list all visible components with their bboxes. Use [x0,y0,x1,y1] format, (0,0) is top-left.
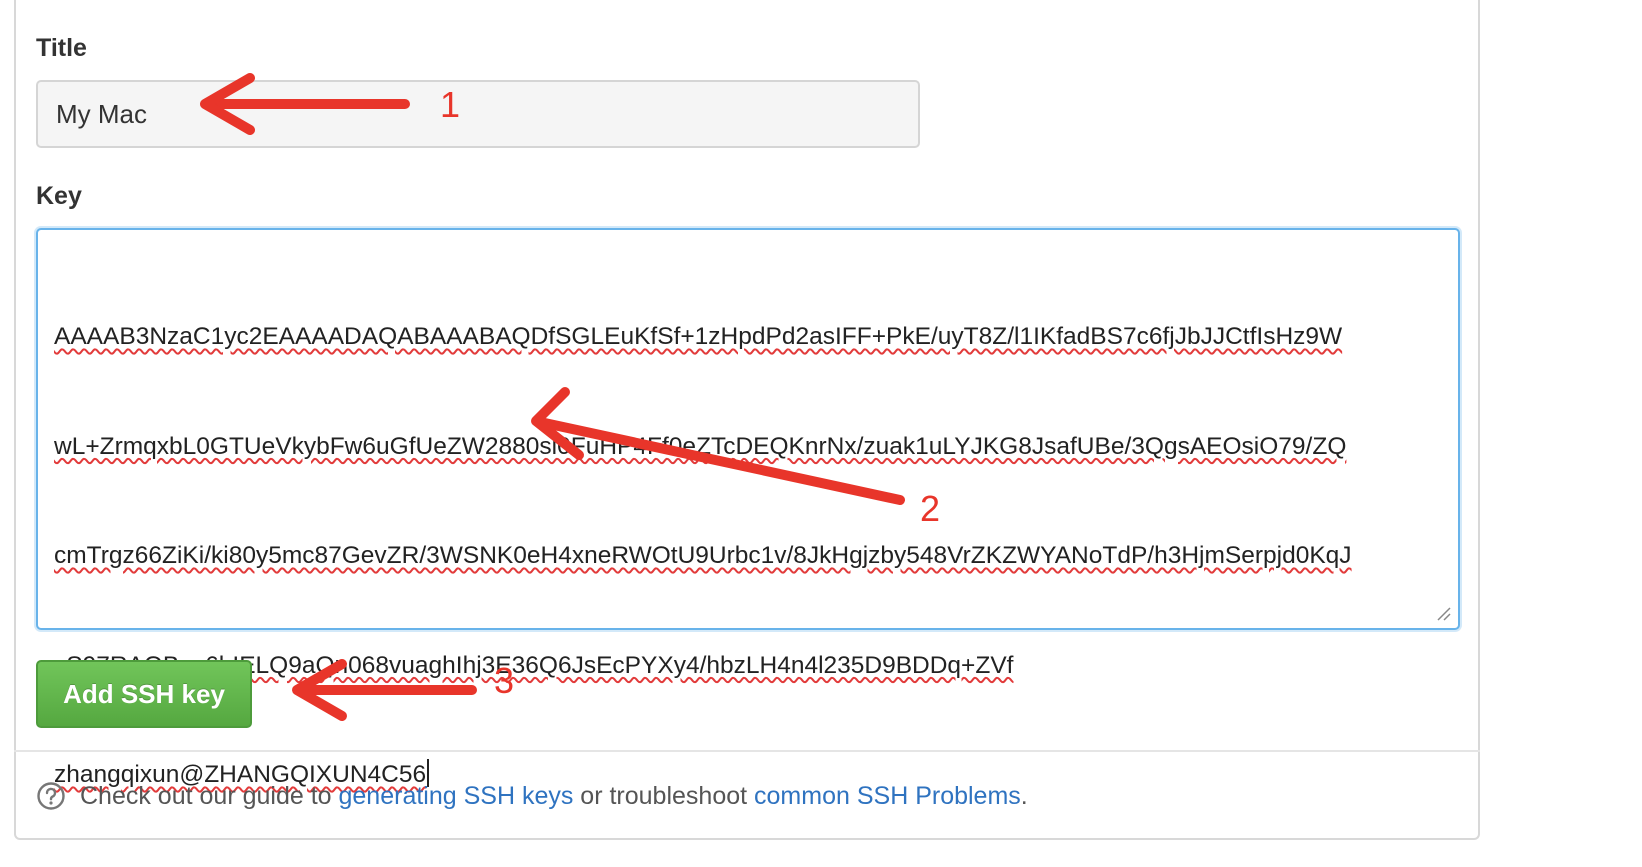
annotation-label-3: 3 [494,660,515,701]
annotation-arrows [200,73,905,721]
annotation-label-2: 2 [920,488,941,529]
annotation-arrow-2 [535,417,905,505]
annotation-label-1: 1 [440,84,461,125]
